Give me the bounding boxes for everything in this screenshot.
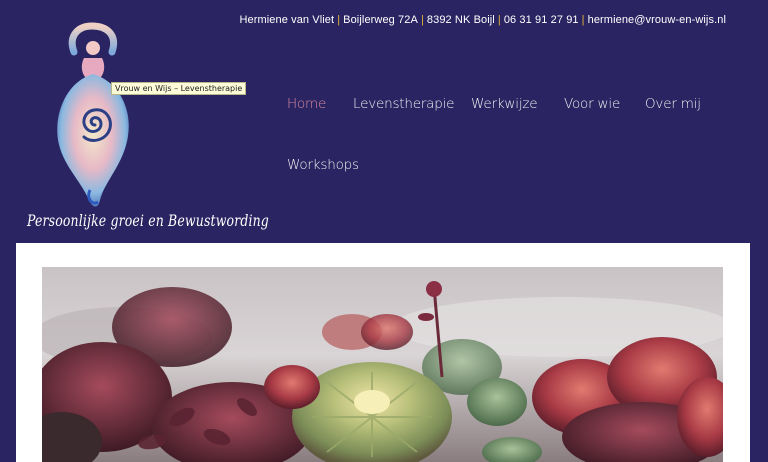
nav-item-over-mij[interactable]: Over mij <box>645 96 701 112</box>
nav-item-home[interactable]: Home <box>287 96 326 112</box>
contact-city: 8392 NK Boijl <box>426 14 495 26</box>
nav-item-workshops[interactable]: Workshops <box>287 157 359 173</box>
contact-phone[interactable]: 06 31 91 27 91 <box>504 14 579 26</box>
contact-address: Boijlerweg 72A <box>343 14 418 26</box>
nav-item-levenstherapie[interactable]: Levenstherapie <box>353 96 454 112</box>
separator: | <box>497 14 501 26</box>
site-tagline: Persoonlijke groei en Bewustwording <box>27 211 269 230</box>
site-logo[interactable] <box>40 22 150 212</box>
separator: | <box>420 14 424 26</box>
separator: | <box>581 14 585 26</box>
hero-image <box>42 267 723 462</box>
contact-email[interactable]: hermiene@vrouw-en-wijs.nl <box>588 14 726 26</box>
contact-bar: Hermiene van Vliet | Boijlerweg 72A | 8392 N… <box>239 14 726 26</box>
logo-tooltip: Vrouw en Wijs – Levenstherapie <box>111 82 247 95</box>
contact-name: Hermiene van Vliet <box>239 14 335 26</box>
nav-item-voor-wie[interactable]: Voor wie <box>564 96 620 112</box>
nav-item-werkwijze[interactable]: Werkwijze <box>471 96 538 112</box>
content-area <box>16 243 750 462</box>
separator: | <box>337 14 341 26</box>
goddess-logo-icon <box>57 22 129 207</box>
